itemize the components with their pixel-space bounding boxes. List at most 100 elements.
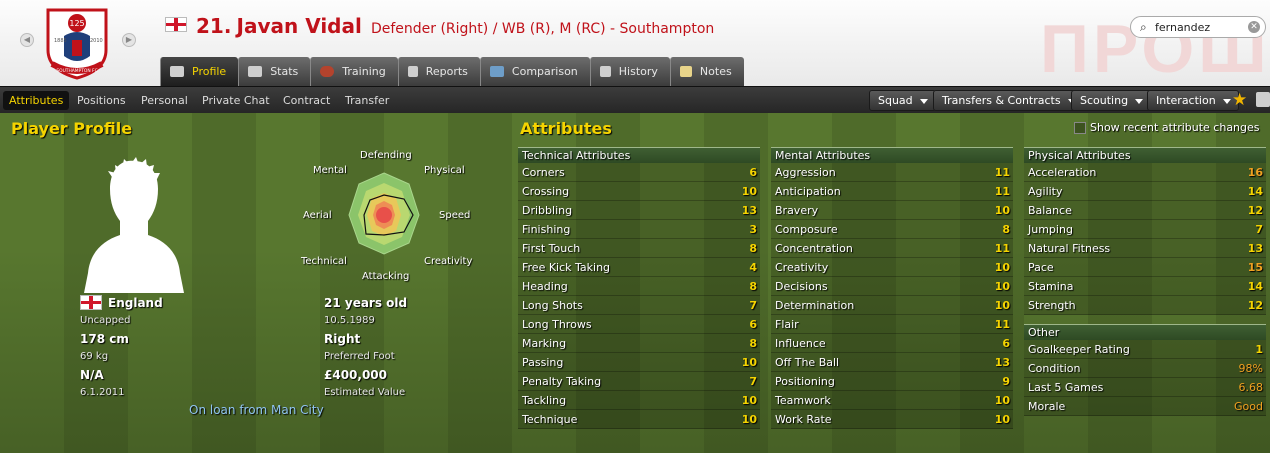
attribute-row[interactable]: Off The Ball 13 bbox=[771, 353, 1013, 372]
attribute-row[interactable]: Composure 8 bbox=[771, 220, 1013, 239]
attribute-row[interactable]: Natural Fitness 13 bbox=[1024, 239, 1266, 258]
attribute-value: 98% bbox=[1238, 362, 1263, 375]
attribute-row[interactable]: Technique 10 bbox=[518, 410, 760, 429]
attribute-row[interactable]: Decisions 10 bbox=[771, 277, 1013, 296]
attribute-row[interactable]: Crossing 10 bbox=[518, 182, 760, 201]
attribute-row[interactable]: Passing 10 bbox=[518, 353, 760, 372]
squad-menu[interactable]: Squad bbox=[869, 90, 936, 111]
attribute-row[interactable]: Goalkeeper Rating 1 bbox=[1024, 340, 1266, 359]
attribute-row[interactable]: Determination 10 bbox=[771, 296, 1013, 315]
attribute-value: 11 bbox=[994, 318, 1010, 331]
attribute-row[interactable]: Agility 14 bbox=[1024, 182, 1266, 201]
attribute-row[interactable]: Morale Good bbox=[1024, 397, 1266, 416]
loan-status-link[interactable]: On loan from Man City bbox=[189, 403, 324, 417]
subtab-private-chat[interactable]: Private Chat bbox=[196, 91, 276, 110]
subtab-contract[interactable]: Contract bbox=[277, 91, 336, 110]
attribute-row[interactable]: Stamina 14 bbox=[1024, 277, 1266, 296]
attribute-row[interactable]: Corners 6 bbox=[518, 163, 760, 182]
attribute-row[interactable]: Concentration 11 bbox=[771, 239, 1013, 258]
subtab-personal[interactable]: Personal bbox=[135, 91, 194, 110]
forward-arrow-icon[interactable]: ▶ bbox=[122, 33, 136, 47]
scouting-menu[interactable]: Scouting bbox=[1071, 90, 1152, 111]
notes-page-icon[interactable] bbox=[1256, 92, 1270, 107]
subtab-attributes[interactable]: Attributes bbox=[3, 91, 70, 110]
attribute-row[interactable]: Balance 12 bbox=[1024, 201, 1266, 220]
crest-number: 125 bbox=[69, 19, 84, 28]
main-tabs: Profile Stats Training Reports Compariso… bbox=[160, 57, 744, 86]
attribute-value: 6 bbox=[749, 318, 757, 331]
recent-changes-checkbox[interactable] bbox=[1074, 122, 1086, 134]
attribute-row[interactable]: Aggression 11 bbox=[771, 163, 1013, 182]
subtab-transfer[interactable]: Transfer bbox=[339, 91, 395, 110]
notes-icon bbox=[679, 66, 692, 77]
attribute-row[interactable]: Dribbling 13 bbox=[518, 201, 760, 220]
subtab-positions[interactable]: Positions bbox=[71, 91, 132, 110]
transfers-contracts-menu[interactable]: Transfers & Contracts bbox=[933, 90, 1084, 111]
player-positions[interactable]: Defender (Right) / WB (R), M (RC) - Sout… bbox=[371, 21, 714, 37]
attribute-name: Marking bbox=[522, 337, 567, 350]
attribute-value: 13 bbox=[994, 356, 1010, 369]
attribute-row[interactable]: Anticipation 11 bbox=[771, 182, 1013, 201]
tab-history[interactable]: History bbox=[589, 57, 670, 86]
attribute-row[interactable]: Heading 8 bbox=[518, 277, 760, 296]
attribute-row[interactable]: Finishing 3 bbox=[518, 220, 760, 239]
attribute-row[interactable]: Work Rate 10 bbox=[771, 410, 1013, 429]
attribute-row[interactable]: First Touch 8 bbox=[518, 239, 760, 258]
attribute-row[interactable]: Acceleration 16 bbox=[1024, 163, 1266, 182]
player-header: ◀ 125 1885 2010 SOUTHAMPTON FC ▶ 21. Jav… bbox=[0, 0, 1270, 86]
attribute-row[interactable]: Flair 11 bbox=[771, 315, 1013, 334]
tab-label: Profile bbox=[192, 65, 227, 78]
crest-year-right: 2010 bbox=[90, 38, 103, 44]
stats-icon bbox=[248, 66, 263, 77]
tab-comparison[interactable]: Comparison bbox=[479, 57, 590, 86]
attribute-row[interactable]: Condition 98% bbox=[1024, 359, 1266, 378]
attribute-row[interactable]: Strength 12 bbox=[1024, 296, 1266, 315]
tab-label: Reports bbox=[425, 65, 468, 78]
attribute-row[interactable]: Positioning 9 bbox=[771, 372, 1013, 391]
recent-changes-label: Show recent attribute changes bbox=[1090, 121, 1260, 134]
tab-notes[interactable]: Notes bbox=[669, 57, 744, 86]
attribute-row[interactable]: Long Throws 6 bbox=[518, 315, 760, 334]
attribute-row[interactable]: Long Shots 7 bbox=[518, 296, 760, 315]
attribute-value: 6.68 bbox=[1238, 381, 1264, 394]
attribute-row[interactable]: Tackling 10 bbox=[518, 391, 760, 410]
estimated-value-label: Estimated Value bbox=[324, 387, 406, 398]
attribute-name: Condition bbox=[1028, 362, 1081, 375]
search-icon: ⌕ bbox=[1140, 20, 1147, 34]
attribute-value: 4 bbox=[749, 261, 757, 274]
nationality: England bbox=[108, 296, 163, 310]
attribute-row[interactable]: Influence 6 bbox=[771, 334, 1013, 353]
attribute-name: Determination bbox=[775, 299, 855, 312]
clear-search-icon[interactable]: ✕ bbox=[1248, 21, 1260, 33]
attribute-row[interactable]: Jumping 7 bbox=[1024, 220, 1266, 239]
weight: 69 kg bbox=[80, 351, 109, 362]
back-arrow-icon[interactable]: ◀ bbox=[20, 33, 34, 47]
technical-attributes-panel: Technical Attributes Corners 6 Crossing 10 D… bbox=[518, 147, 760, 429]
attribute-row[interactable]: Penalty Taking 7 bbox=[518, 372, 760, 391]
star-icon[interactable]: ★ bbox=[1232, 90, 1247, 110]
attribute-row[interactable]: Creativity 10 bbox=[771, 258, 1013, 277]
caps: Uncapped bbox=[80, 315, 131, 326]
attribute-row[interactable]: Marking 8 bbox=[518, 334, 760, 353]
tab-stats[interactable]: Stats bbox=[238, 57, 311, 86]
status-date: 6.1.2011 bbox=[80, 387, 125, 398]
tab-label: History bbox=[618, 65, 658, 78]
interaction-menu[interactable]: Interaction bbox=[1147, 90, 1239, 111]
attribute-value: 9 bbox=[1002, 375, 1010, 388]
search-box[interactable]: ⌕ ✕ bbox=[1130, 16, 1266, 38]
attribute-row[interactable]: Pace 15 bbox=[1024, 258, 1266, 277]
attribute-row[interactable]: Last 5 Games 6.68 bbox=[1024, 378, 1266, 397]
mental-attributes-header: Mental Attributes bbox=[771, 147, 1013, 163]
tab-reports[interactable]: Reports bbox=[397, 57, 480, 86]
attribute-row[interactable]: Teamwork 10 bbox=[771, 391, 1013, 410]
tab-training[interactable]: Training bbox=[310, 57, 398, 86]
search-input[interactable] bbox=[1155, 20, 1245, 34]
attribute-name: Finishing bbox=[522, 223, 571, 236]
attribute-row[interactable]: Free Kick Taking 4 bbox=[518, 258, 760, 277]
attribute-row[interactable]: Bravery 10 bbox=[771, 201, 1013, 220]
attribute-value: 11 bbox=[994, 166, 1010, 179]
tab-profile[interactable]: Profile bbox=[160, 57, 239, 86]
height: 178 cm bbox=[80, 332, 129, 346]
radar-label-mental: Mental bbox=[313, 165, 347, 176]
recent-changes-toggle[interactable]: Show recent attribute changes bbox=[1074, 121, 1260, 134]
